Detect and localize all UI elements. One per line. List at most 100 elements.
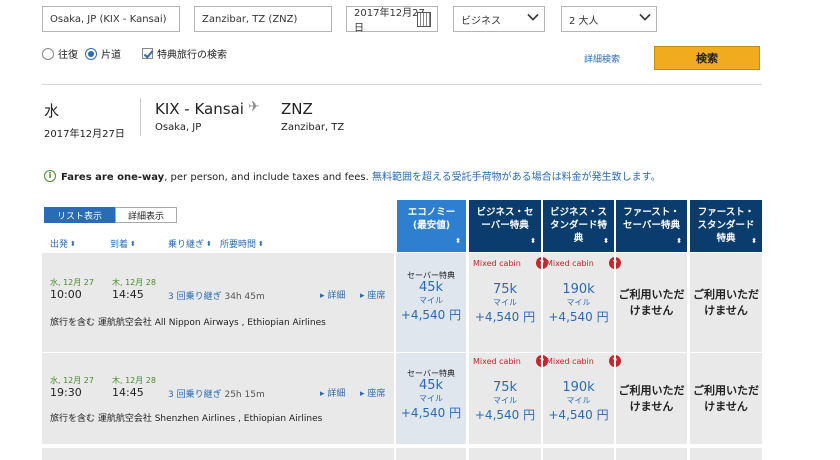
sort-duration[interactable]: 所要時間 ⬍ [220, 237, 264, 251]
unavailable-line: ご利用いただ [693, 384, 759, 397]
cabin-select[interactable]: ビジネス [453, 6, 545, 32]
details-label: 詳細 [327, 291, 346, 301]
fare-first-saver-unavailable: ご利用いただ けません [616, 383, 687, 415]
fare-tax: +4,540 円 [548, 310, 609, 324]
destination-city: Zanzibar, TZ [281, 122, 345, 133]
fare-tax: +4,540 円 [548, 408, 609, 422]
arrival-time: 14:45 [112, 386, 144, 399]
award-travel-option[interactable]: 特典旅行の検索 [142, 46, 227, 61]
fare-first-standard-unavailable: ご利用いただ けません [690, 383, 762, 415]
operating-carriers: 旅行を含む 運航航空会社 All Nippon Airways , Ethiop… [50, 318, 326, 328]
fare-header-business-saver[interactable]: ビジネス・セ ーバー特典 ⬍ [469, 200, 541, 252]
departure-info: 水, 12月 27 19:30 [50, 375, 94, 399]
divider [140, 98, 141, 136]
notice-bold: Fares are one-way [61, 172, 165, 183]
unavailable-line: ご利用いただ [618, 384, 685, 397]
fare-header-line: (最安値) [412, 220, 451, 231]
mixed-cabin-label: Mixed cabin [546, 356, 594, 366]
sort-icon: ⬍ [751, 237, 757, 245]
fare-business-saver[interactable]: 75k マイル +4,540 円 [469, 283, 541, 325]
sort-icon: ⬍ [130, 239, 136, 248]
details-link[interactable]: ▸ 詳細 [320, 288, 345, 301]
sort-icon: ⬍ [455, 237, 461, 245]
fare-economy[interactable]: セーバー特典 45k マイル +4,540 円 [396, 270, 466, 323]
one-way-label: 片道 [101, 50, 121, 61]
fare-header-line: ファースト・ [623, 207, 680, 218]
details-link[interactable]: ▸ 詳細 [320, 386, 345, 399]
fare-business-standard[interactable]: 190k マイル +4,540 円 [543, 381, 614, 423]
fare-business-saver[interactable]: 75k マイル +4,540 円 [469, 381, 541, 423]
stops-link[interactable]: 3 回乗り継ぎ [168, 390, 222, 400]
info-icon: i [44, 169, 56, 182]
one-way-radio[interactable] [85, 47, 97, 60]
stops-link[interactable]: 3 回乗り継ぎ [168, 292, 222, 302]
fare-header-line: ファースト・ [697, 207, 755, 218]
view-tabs: リスト表示 詳細表示 [44, 207, 178, 223]
round-trip-option[interactable]: 往復 [42, 46, 78, 61]
mixed-cabin-label: Mixed cabin [546, 258, 594, 268]
sort-depart[interactable]: 出発 ⬍ [50, 237, 76, 251]
fare-header-line: ーバー特典 [481, 220, 529, 231]
round-trip-radio[interactable] [42, 47, 54, 60]
calendar-icon[interactable] [417, 12, 431, 27]
sort-icon: ⬍ [70, 239, 76, 248]
destination-input[interactable]: Zanzibar, TZ (ZNZ) [194, 6, 332, 32]
sort-arrive[interactable]: 到着 ⬍ [110, 237, 136, 251]
mixed-cabin-notice: Mixed cabin? [473, 355, 548, 367]
cabin-value: ビジネス [461, 15, 501, 27]
advanced-search-link[interactable]: 詳細検索 [584, 52, 620, 65]
chevron-down-icon [639, 9, 651, 21]
arrival-date: 木, 12月 28 [112, 278, 156, 287]
seats-link[interactable]: ▸ 座席 [360, 386, 385, 399]
unavailable-line: けません [704, 304, 748, 317]
fare-tax: +4,540 円 [474, 310, 536, 324]
fare-unit: マイル [419, 296, 443, 305]
award-checkbox[interactable] [142, 48, 153, 59]
column-separator [466, 253, 469, 460]
flight-duration: 25h 15m [224, 390, 265, 400]
fare-header-business-standard[interactable]: ビジネス・ス タンダード特 典 ⬍ [543, 200, 614, 252]
baggage-fee-link[interactable]: 無料範囲を超える受託手荷物がある場合は料金が発生致します。 [372, 172, 661, 183]
origin-summary: KIX - Kansai Osaka, JP [155, 100, 244, 133]
fare-header-first-standard[interactable]: ファースト・ スタンダード 特典 ⬍ [690, 200, 762, 252]
mixed-cabin-notice: Mixed cabin? [473, 257, 548, 269]
divider [42, 84, 762, 85]
origin-input[interactable]: Osaka, JP (KIX - Kansai) [42, 6, 180, 32]
date-input[interactable]: 2017年12月27日 [346, 6, 438, 34]
trip-date-summary: 水 2017年12月27日 [44, 100, 125, 140]
fare-header-first-saver[interactable]: ファースト・ セーバー特典 ⬍ [616, 200, 687, 252]
seats-link[interactable]: ▸ 座席 [360, 288, 385, 301]
fare-header-economy[interactable]: エコノミー (最安値) ⬍ [397, 200, 466, 252]
fare-miles: 75k [492, 380, 518, 395]
column-separator [394, 253, 396, 460]
unavailable-line: けません [629, 304, 674, 317]
unavailable-line: ご利用いただ [618, 288, 685, 301]
arrive-header: 到着 [110, 240, 129, 250]
flight-row [42, 448, 762, 460]
fare-miles: 190k [562, 282, 595, 297]
fare-tax: +4,540 円 [474, 408, 536, 422]
fare-tax: +4,540 円 [400, 406, 462, 420]
sort-icon: ⬍ [258, 239, 264, 248]
sort-icon: ⬍ [206, 239, 212, 248]
one-way-option[interactable]: 片道 [85, 46, 121, 61]
connections-info[interactable]: 3 回乗り継ぎ 25h 15m [168, 387, 265, 400]
fare-unit: マイル [566, 298, 591, 307]
departure-date: 水, 12月 27 [50, 376, 94, 385]
sort-connections[interactable]: 乗り継ぎ ⬍ [168, 237, 212, 251]
fare-unit: マイル [493, 396, 517, 405]
fare-notice: i Fares are one-way, per person, and inc… [44, 168, 661, 183]
arrival-info: 木, 12月 28 14:45 [112, 277, 156, 301]
fare-unit: マイル [493, 298, 517, 307]
tab-detail-view[interactable]: 詳細表示 [115, 207, 178, 223]
connections-info[interactable]: 3 回乗り継ぎ 34h 45m [168, 289, 265, 302]
seats-label: 座席 [367, 291, 386, 301]
fare-economy[interactable]: セーバー特典 45k マイル +4,540 円 [396, 368, 466, 421]
arrival-time: 14:45 [112, 288, 144, 301]
search-button[interactable]: 検索 [654, 46, 760, 70]
fare-header-line: セーバー特典 [623, 220, 680, 231]
passengers-select[interactable]: 2 大人 [561, 6, 657, 32]
tab-list-view[interactable]: リスト表示 [44, 207, 116, 223]
fare-business-standard[interactable]: 190k マイル +4,540 円 [543, 283, 614, 325]
departure-date: 水, 12月 27 [50, 278, 94, 287]
